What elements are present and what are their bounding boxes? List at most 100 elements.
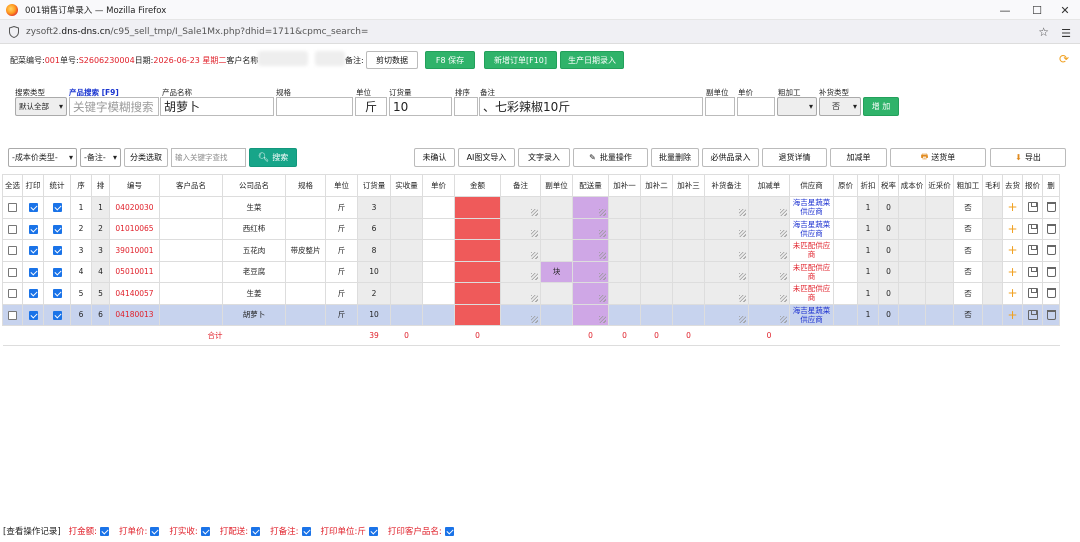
table-row[interactable]: 4 4 05010011 老豆腐斤 10 块未匹配供应商 1 0 否 + <box>2 260 1060 283</box>
trash-icon[interactable] <box>1042 303 1060 326</box>
stat-checkbox[interactable] <box>43 282 71 305</box>
recent-price-cell[interactable] <box>925 239 954 262</box>
order-qty-cell[interactable]: 10 <box>357 303 391 326</box>
add-reduce-cell[interactable] <box>748 196 790 219</box>
unit-price-cell[interactable] <box>422 239 455 262</box>
row-sort[interactable]: 1 <box>91 196 110 219</box>
received-qty-cell[interactable] <box>390 239 423 262</box>
cost-price-cell[interactable] <box>898 282 926 305</box>
print-option[interactable]: 打印客户品名: <box>388 525 456 537</box>
sub-unit-cell[interactable] <box>540 282 573 305</box>
tax-rate-cell[interactable]: 0 <box>878 239 899 262</box>
table-row[interactable]: 2 2 01010065 西红柿斤 6 海吉星蔬菜供应商 1 0 否 + <box>2 217 1060 240</box>
maximize-icon[interactable]: ☐ <box>1022 0 1052 20</box>
print-option-checkbox[interactable] <box>444 526 454 536</box>
supp-remark-cell[interactable] <box>704 196 749 219</box>
add-reduce-cell[interactable] <box>748 239 790 262</box>
search-button[interactable]: 🔍︎ 搜索 <box>249 148 297 167</box>
rough-cell[interactable]: 否 <box>953 239 983 262</box>
rough-cell[interactable]: 否 <box>953 303 983 326</box>
print-option[interactable]: 打实收: <box>169 525 211 537</box>
remark-cell[interactable] <box>500 217 541 240</box>
print-option[interactable]: 打备注: <box>270 525 312 537</box>
product-code[interactable]: 04140057 <box>109 282 160 305</box>
customer-product-name[interactable] <box>159 239 223 262</box>
supp-type-select[interactable]: 否 <box>819 97 861 116</box>
product-name-input[interactable]: 胡萝卜 <box>160 97 274 116</box>
supp-remark-cell[interactable] <box>704 260 749 283</box>
delivery-qty-cell[interactable] <box>572 217 609 240</box>
add2-cell[interactable] <box>640 282 673 305</box>
product-code[interactable]: 04020030 <box>109 196 160 219</box>
minimize-icon[interactable]: — <box>990 0 1020 20</box>
spec-input[interactable] <box>276 97 353 116</box>
delivery-qty-cell[interactable] <box>572 196 609 219</box>
discount-cell[interactable]: 1 <box>857 217 879 240</box>
discount-cell[interactable]: 1 <box>857 239 879 262</box>
table-row[interactable]: 5 5 04140057 生姜斤 2 未匹配供应商 1 0 否 + <box>2 282 1060 305</box>
add3-cell[interactable] <box>672 303 705 326</box>
cost-price-cell[interactable] <box>898 303 926 326</box>
rough-cell[interactable]: 否 <box>953 217 983 240</box>
unit-price-cell[interactable] <box>422 260 455 283</box>
url-text[interactable]: zysoft2.dns-dns.cn/c95_sell_tmp/I_Sale1M… <box>26 27 368 37</box>
ai-import-button[interactable]: AI图文导入 <box>458 148 515 167</box>
received-qty-cell[interactable] <box>390 282 423 305</box>
row-select-checkbox[interactable] <box>2 260 23 283</box>
add-item-button[interactable]: 增 加 <box>863 97 899 116</box>
discount-cell[interactable]: 1 <box>857 303 879 326</box>
customer-product-name[interactable] <box>159 217 223 240</box>
stat-checkbox[interactable] <box>43 260 71 283</box>
keyword-search-input[interactable]: 输入关键字查找 <box>171 148 246 167</box>
print-option-checkbox[interactable] <box>150 526 160 536</box>
add-icon[interactable]: + <box>1002 196 1023 219</box>
row-select-checkbox[interactable] <box>2 282 23 305</box>
table-row[interactable]: 3 3 39010001 五花肉 带皮整片斤 8 未匹配供应商 1 0 否 + <box>2 239 1060 262</box>
sub-unit-cell[interactable] <box>540 217 573 240</box>
row-sort[interactable]: 6 <box>91 303 110 326</box>
cut-data-button[interactable]: 剪切数据 <box>366 51 418 69</box>
stat-checkbox[interactable] <box>43 303 71 326</box>
delivery-note-button[interactable]: 🖶 送货单 <box>890 148 986 167</box>
print-checkbox[interactable] <box>22 282 44 305</box>
tax-rate-cell[interactable]: 0 <box>878 217 899 240</box>
add3-cell[interactable] <box>672 260 705 283</box>
print-checkbox[interactable] <box>22 196 44 219</box>
product-code[interactable]: 01010065 <box>109 217 160 240</box>
save-icon[interactable] <box>1022 303 1043 326</box>
recent-price-cell[interactable] <box>925 217 954 240</box>
remark-input[interactable]: 、七彩辣椒10斤 <box>479 97 703 116</box>
row-sort[interactable]: 5 <box>91 282 110 305</box>
cost-type-select[interactable]: -成本价类型- <box>8 148 77 167</box>
production-date-button[interactable]: 生产日期录入 <box>560 51 624 69</box>
customer-product-name[interactable] <box>159 260 223 283</box>
recent-price-cell[interactable] <box>925 303 954 326</box>
unit-price-cell[interactable] <box>422 303 455 326</box>
new-order-button[interactable]: 新增订单[F10] <box>484 51 557 69</box>
add-reduce-cell[interactable] <box>748 217 790 240</box>
cost-price-cell[interactable] <box>898 239 926 262</box>
rough-cell[interactable]: 否 <box>953 260 983 283</box>
add-reduce-button[interactable]: 加减单 <box>830 148 887 167</box>
add-icon[interactable]: + <box>1002 282 1023 305</box>
unit-price-input[interactable] <box>737 97 775 116</box>
received-qty-cell[interactable] <box>390 260 423 283</box>
cost-price-cell[interactable] <box>898 217 926 240</box>
supplier-cell[interactable]: 未匹配供应商 <box>789 282 834 305</box>
print-checkbox[interactable] <box>22 217 44 240</box>
close-icon[interactable]: ✕ <box>1050 0 1080 20</box>
row-select-checkbox[interactable] <box>2 239 23 262</box>
delivery-qty-cell[interactable] <box>572 239 609 262</box>
tax-rate-cell[interactable]: 0 <box>878 196 899 219</box>
category-pick-button[interactable]: 分类选取 <box>124 148 168 167</box>
address-bar[interactable]: zysoft2.dns-dns.cn/c95_sell_tmp/I_Sale1M… <box>0 20 1080 44</box>
trash-icon[interactable] <box>1042 239 1060 262</box>
print-option-checkbox[interactable] <box>368 526 378 536</box>
unit-price-cell[interactable] <box>422 196 455 219</box>
discount-cell[interactable]: 1 <box>857 282 879 305</box>
shield-icon[interactable] <box>9 26 19 38</box>
product-code[interactable]: 05010011 <box>109 260 160 283</box>
column-header[interactable]: 全选 <box>2 174 23 197</box>
search-type-select[interactable]: 默认全部 <box>15 97 67 116</box>
trash-icon[interactable] <box>1042 282 1060 305</box>
